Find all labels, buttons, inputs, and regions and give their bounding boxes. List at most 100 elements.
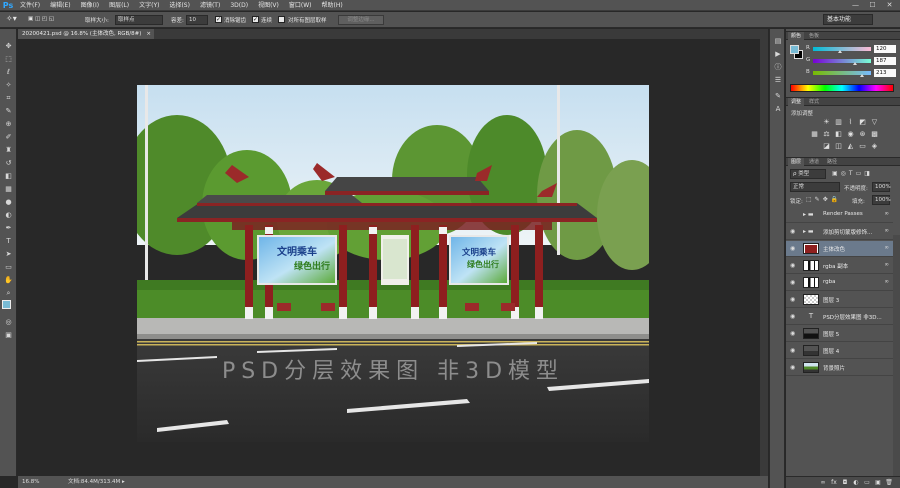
layers-scrollbar[interactable] xyxy=(893,235,900,476)
layer-row[interactable]: ◉ 图层 5 xyxy=(786,326,893,342)
red-thumb[interactable] xyxy=(838,50,843,53)
red-slider[interactable]: R 120 xyxy=(806,44,898,54)
layer-row[interactable]: ◉ 背景照片 xyxy=(786,360,893,376)
antialias-checkbox[interactable]: ✓ xyxy=(215,16,222,23)
info-panel-icon[interactable]: ⓘ xyxy=(773,62,783,72)
gradient-tool-icon[interactable]: ▦ xyxy=(3,184,14,194)
delete-layer-icon[interactable]: 🗑 xyxy=(885,479,893,487)
pen-tool-icon[interactable]: ✒ xyxy=(3,223,14,233)
blur-tool-icon[interactable]: ● xyxy=(3,197,14,207)
healing-tool-icon[interactable]: ⊕ xyxy=(3,119,14,129)
menu-item[interactable]: 窗口(W) xyxy=(284,0,317,11)
tab-channels[interactable]: 通道 xyxy=(806,158,822,166)
menu-item[interactable]: 文件(F) xyxy=(15,0,45,11)
screen-mode-icon[interactable]: ▣ xyxy=(3,330,14,340)
opacity-input[interactable]: 100% xyxy=(872,182,891,192)
canvas-area[interactable]: 文明乘车 绿色出行 文明乘车 绿色出行 PSD分层效果图 非3D模型 xyxy=(18,39,768,476)
photo-filter-icon[interactable]: ◉ xyxy=(846,130,855,139)
magic-wand-tool-icon[interactable]: ✧ xyxy=(3,80,14,90)
move-tool-icon[interactable]: ✥ xyxy=(3,41,14,51)
color-ramp[interactable] xyxy=(790,84,894,92)
menu-item[interactable]: 选择(S) xyxy=(164,0,195,11)
green-track[interactable] xyxy=(813,59,871,63)
visibility-eye-icon[interactable]: ◉ xyxy=(790,279,797,286)
blend-mode-select[interactable]: 正常 xyxy=(790,182,840,192)
tab-adjustments[interactable]: 调整 xyxy=(788,98,805,106)
tab-layers[interactable]: 图层 xyxy=(788,158,805,166)
tolerance-input[interactable]: 10 xyxy=(186,15,208,25)
workspace-select[interactable]: 基本功能 xyxy=(823,14,873,25)
vertical-scrollbar[interactable] xyxy=(760,39,768,476)
visibility-eye-icon[interactable] xyxy=(790,211,797,218)
invert-icon[interactable]: ◪ xyxy=(822,142,831,151)
layer-row[interactable]: ◉ 图层 3 xyxy=(786,292,893,308)
close-button[interactable]: ✕ xyxy=(881,0,898,10)
tab-swatches[interactable]: 色板 xyxy=(806,32,822,40)
adjustment-layer-icon[interactable]: ◐ xyxy=(852,479,860,487)
menu-item[interactable]: 文字(Y) xyxy=(134,0,164,11)
menu-item[interactable]: 滤镜(T) xyxy=(195,0,225,11)
zoom-tool-icon[interactable]: ⌕ xyxy=(3,288,14,298)
selection-mode-icons[interactable]: ▣ ◫ ◰ ◱ xyxy=(28,16,54,22)
magic-wand-icon[interactable]: ✧▾ xyxy=(6,14,17,23)
sample-size-select[interactable]: 取样点 xyxy=(115,15,163,25)
minimize-button[interactable]: — xyxy=(847,0,864,10)
menu-item[interactable]: 图像(I) xyxy=(76,0,104,11)
lock-icons[interactable]: ⬚✎✥🔒 xyxy=(806,196,841,203)
character-panel-icon[interactable]: A xyxy=(773,104,783,114)
sample-all-checkbox[interactable] xyxy=(278,16,285,23)
crop-tool-icon[interactable]: ⌗ xyxy=(3,93,14,103)
brush-panel-icon[interactable]: ✎ xyxy=(773,91,783,101)
contiguous-checkbox[interactable]: ✓ xyxy=(252,16,259,23)
green-value[interactable]: 187 xyxy=(874,57,896,65)
layer-row[interactable]: ▸ ▬ Render Passes ∞ xyxy=(786,207,893,223)
actions-panel-icon[interactable]: ▶ xyxy=(773,49,783,59)
status-menu-arrow-icon[interactable]: ▸ xyxy=(122,476,125,488)
visibility-eye-icon[interactable]: ◉ xyxy=(790,330,797,337)
tab-styles[interactable]: 样式 xyxy=(806,98,822,106)
brightness-icon[interactable]: ☀ xyxy=(822,118,831,127)
visibility-eye-icon[interactable]: ◉ xyxy=(790,364,797,371)
zoom-level[interactable]: 16.8% xyxy=(22,476,39,488)
layer-style-icon[interactable]: fx xyxy=(830,479,838,487)
layer-row[interactable]: ◉ rgba ∞ xyxy=(786,275,893,291)
add-mask-icon[interactable]: ◘ xyxy=(841,479,849,487)
channel-mixer-icon[interactable]: ⊛ xyxy=(858,130,867,139)
hand-tool-icon[interactable]: ✋ xyxy=(3,275,14,285)
exposure-icon[interactable]: ◩ xyxy=(858,118,867,127)
visibility-eye-icon[interactable]: ◉ xyxy=(790,262,797,269)
vibrance-icon[interactable]: ▽ xyxy=(870,118,879,127)
visibility-eye-icon[interactable]: ◉ xyxy=(790,228,797,235)
eyedropper-tool-icon[interactable]: ✎ xyxy=(3,106,14,116)
menu-item[interactable]: 编辑(E) xyxy=(45,0,75,11)
selective-color-icon[interactable]: ◈ xyxy=(870,142,879,151)
close-tab-icon[interactable]: × xyxy=(146,29,151,39)
layer-filter-select[interactable]: ρ 类型 xyxy=(790,169,826,179)
fill-input[interactable]: 100% xyxy=(872,195,891,205)
menu-item[interactable]: 视图(V) xyxy=(253,0,284,11)
blue-value[interactable]: 213 xyxy=(874,69,896,77)
layer-row[interactable]: ◉ T PSD分层效果图 非3D... xyxy=(786,309,893,325)
filter-icons[interactable]: ▣◎T▭◨ xyxy=(832,170,873,177)
visibility-eye-icon[interactable]: ◉ xyxy=(790,245,797,252)
history-brush-icon[interactable]: ↺ xyxy=(3,158,14,168)
tab-paths[interactable]: 路径 xyxy=(824,158,840,166)
curves-icon[interactable]: ⌇ xyxy=(846,118,855,127)
properties-panel-icon[interactable]: ☰ xyxy=(773,75,783,85)
blue-slider[interactable]: B 213 xyxy=(806,68,898,78)
shape-tool-icon[interactable]: ▭ xyxy=(3,262,14,272)
type-tool-icon[interactable]: T xyxy=(3,236,14,246)
stamp-tool-icon[interactable]: ♜ xyxy=(3,145,14,155)
history-panel-icon[interactable]: ▤ xyxy=(773,36,783,46)
document-image[interactable]: 文明乘车 绿色出行 文明乘车 绿色出行 PSD分层效果图 非3D模型 xyxy=(137,85,649,442)
refine-edge-button[interactable]: 调整边缘... xyxy=(338,15,384,25)
dodge-tool-icon[interactable]: ◐ xyxy=(3,210,14,220)
threshold-icon[interactable]: ◭ xyxy=(846,142,855,151)
brush-tool-icon[interactable]: ✐ xyxy=(3,132,14,142)
new-layer-icon[interactable]: ▣ xyxy=(874,479,882,487)
color-foreground-swatch[interactable] xyxy=(790,45,799,54)
link-layers-icon[interactable]: ∞ xyxy=(819,479,827,487)
layer-row[interactable]: ◉ 主体改色 ∞ xyxy=(786,241,893,257)
layer-row[interactable]: ◉ ▸ ▬ 添加剪切蒙版修饰... ∞ xyxy=(786,224,893,240)
gradient-map-icon[interactable]: ▭ xyxy=(858,142,867,151)
